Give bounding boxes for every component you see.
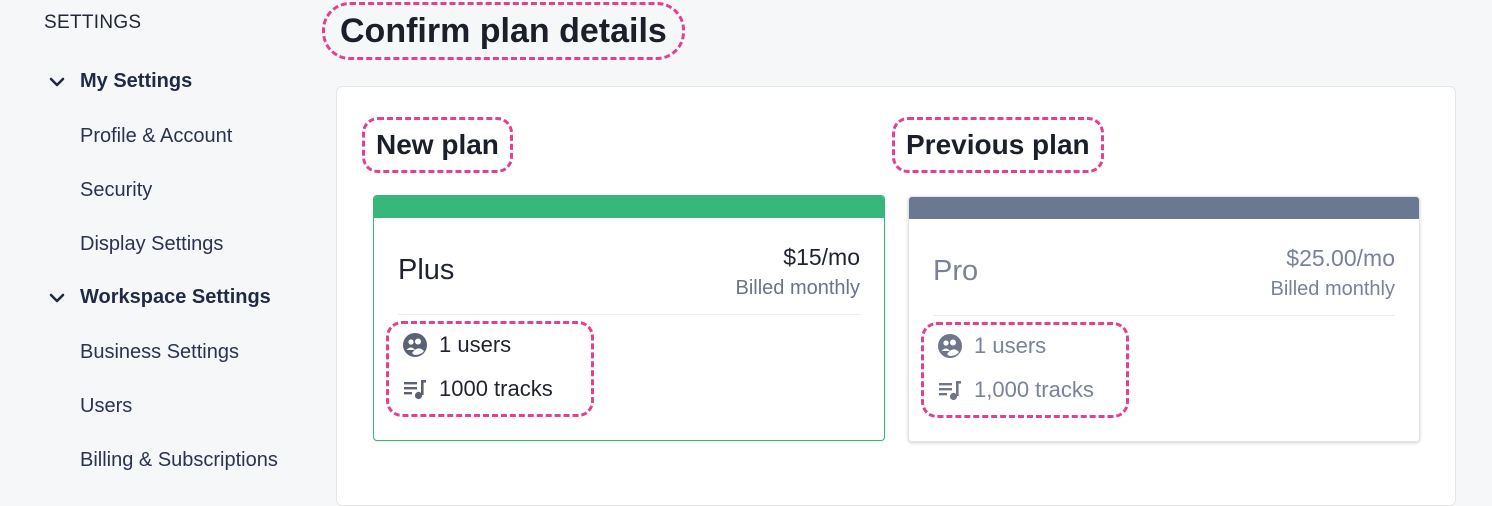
users-count: 1 users <box>439 332 512 357</box>
users-icon <box>403 333 427 357</box>
plan-price: $25.00/mo <box>1286 245 1395 271</box>
plan-features: 1 users 1,000 tracks <box>921 322 1129 418</box>
plan-features: 1 users 1000 tracks <box>386 321 594 417</box>
tracks-feature: 1000 tracks <box>402 376 553 402</box>
plan-comparison-panel: New plan Previous plan Plus $15/mo Bille… <box>336 86 1456 506</box>
users-count: 1 users <box>974 333 1047 358</box>
plan-name: Plus <box>398 254 455 286</box>
billing-frequency: Billed monthly <box>1270 278 1395 300</box>
sidebar-item-users[interactable]: Users <box>80 395 132 418</box>
plan-price: $15/mo <box>783 244 860 270</box>
tracks-count: 1000 tracks <box>439 376 553 401</box>
plan-color-bar <box>374 196 884 218</box>
previous-plan-card: Pro $25.00/mo Billed monthly 1 users 1,0… <box>908 196 1420 442</box>
sidebar-item-security[interactable]: Security <box>80 179 152 202</box>
users-feature: 1 users <box>937 333 1046 359</box>
chevron-down-icon <box>49 77 65 86</box>
page-title: Confirm plan details <box>322 2 685 60</box>
plan-color-bar <box>909 197 1419 219</box>
divider <box>398 314 860 315</box>
previous-plan-heading: Previous plan <box>892 117 1104 173</box>
sidebar-item-billing-subscriptions[interactable]: Billing & Subscriptions <box>80 449 278 472</box>
new-plan-card: Plus $15/mo Billed monthly 1 users 1000 … <box>373 195 885 441</box>
sidebar-item-business-settings[interactable]: Business Settings <box>80 341 239 364</box>
sidebar-group-label: Workspace Settings <box>80 286 271 308</box>
chevron-down-icon <box>49 293 65 302</box>
playlist-music-icon <box>939 381 961 401</box>
billing-frequency: Billed monthly <box>735 277 860 299</box>
playlist-music-icon <box>404 380 426 400</box>
sidebar-heading: SETTINGS <box>44 12 142 33</box>
tracks-feature: 1,000 tracks <box>937 377 1094 403</box>
divider <box>933 315 1395 316</box>
sidebar-group-label: My Settings <box>80 70 193 92</box>
settings-sidebar: SETTINGS My Settings Profile & Account S… <box>0 0 320 478</box>
sidebar-item-display-settings[interactable]: Display Settings <box>80 233 223 256</box>
users-icon <box>938 334 962 358</box>
tracks-count: 1,000 tracks <box>974 377 1094 402</box>
sidebar-item-profile-account[interactable]: Profile & Account <box>80 125 232 148</box>
sidebar-group-my-settings[interactable]: My Settings <box>48 70 192 93</box>
plan-name: Pro <box>933 255 979 287</box>
new-plan-heading: New plan <box>362 117 513 173</box>
sidebar-group-workspace-settings[interactable]: Workspace Settings <box>48 286 271 309</box>
users-feature: 1 users <box>402 332 511 358</box>
